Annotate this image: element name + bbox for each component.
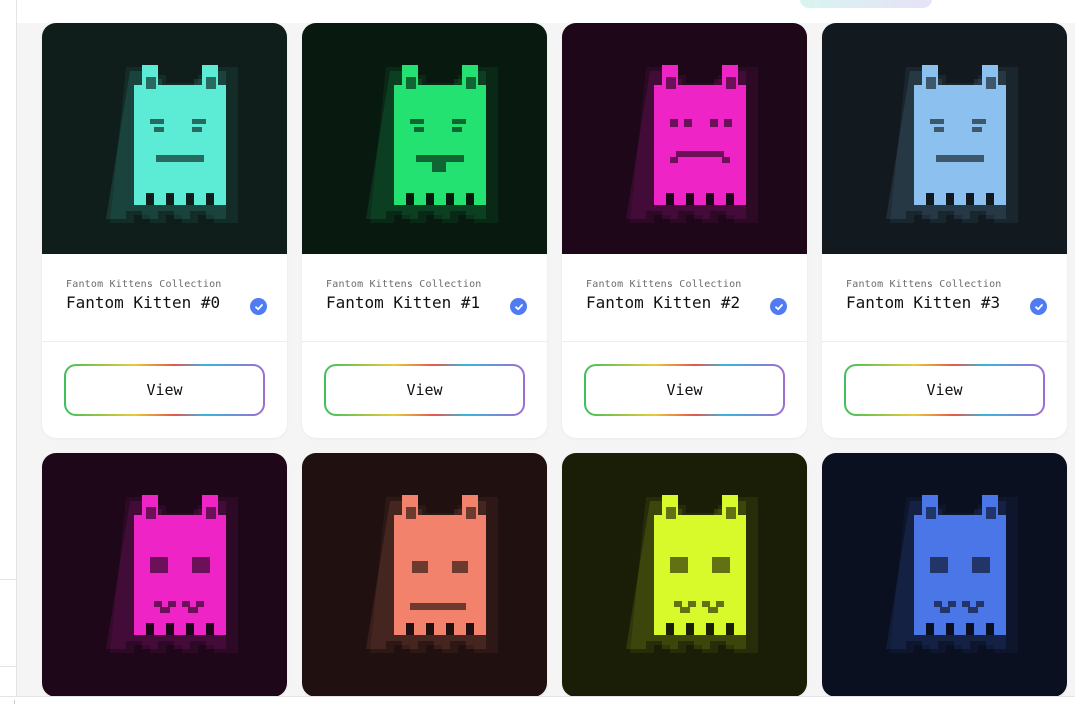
nft-name: Fantom Kitten #0 <box>66 293 221 312</box>
check-badge-icon <box>250 298 267 315</box>
card-meta: Fantom Kittens Collection Fantom Kitten … <box>66 279 267 315</box>
kitten-image[interactable] <box>822 23 1067 254</box>
kitten-image[interactable] <box>822 453 1067 697</box>
view-button-label: View <box>846 366 1043 414</box>
nft-card[interactable]: Fantom Kittens Collection Fantom Kitten … <box>562 23 807 438</box>
nft-card[interactable]: Fantom Kittens Collection Fantom Kitten … <box>302 23 547 438</box>
check-badge-icon <box>1030 298 1047 315</box>
kitten-image[interactable] <box>302 453 547 697</box>
card-divider <box>42 341 287 342</box>
top-bar <box>0 0 1075 23</box>
card-meta: Fantom Kittens Collection Fantom Kitten … <box>846 279 1047 315</box>
top-pill-button[interactable] <box>800 0 932 8</box>
check-badge-icon <box>770 298 787 315</box>
card-divider <box>822 341 1067 342</box>
nft-card[interactable] <box>42 453 287 697</box>
nft-name: Fantom Kitten #3 <box>846 293 1001 312</box>
nft-card[interactable]: Fantom Kittens Collection Fantom Kitten … <box>822 23 1067 438</box>
card-divider <box>562 341 807 342</box>
card-divider <box>302 341 547 342</box>
card-meta: Fantom Kittens Collection Fantom Kitten … <box>326 279 527 315</box>
view-button-label: View <box>326 366 523 414</box>
view-button[interactable]: View <box>64 364 265 416</box>
nft-card[interactable] <box>562 453 807 697</box>
collection-name: Fantom Kittens Collection <box>66 279 222 290</box>
nft-name: Fantom Kitten #2 <box>586 293 741 312</box>
kitten-image[interactable] <box>562 453 807 697</box>
collection-name: Fantom Kittens Collection <box>586 279 742 290</box>
sidebar-divider <box>0 579 16 580</box>
nft-name: Fantom Kitten #1 <box>326 293 481 312</box>
kitten-image[interactable] <box>302 23 547 254</box>
bottom-bar <box>0 696 1075 708</box>
check-badge-icon <box>510 298 527 315</box>
view-button[interactable]: View <box>844 364 1045 416</box>
sidebar <box>0 0 17 697</box>
kitten-image[interactable] <box>42 23 287 254</box>
view-button-label: View <box>586 366 783 414</box>
bottom-tick <box>14 700 15 704</box>
nft-card[interactable]: Fantom Kittens Collection Fantom Kitten … <box>42 23 287 438</box>
card-meta: Fantom Kittens Collection Fantom Kitten … <box>586 279 787 315</box>
view-button[interactable]: View <box>324 364 525 416</box>
collection-name: Fantom Kittens Collection <box>326 279 482 290</box>
sidebar-divider <box>0 666 16 667</box>
nft-card[interactable] <box>302 453 547 697</box>
kitten-image[interactable] <box>42 453 287 697</box>
view-button-label: View <box>66 366 263 414</box>
kitten-image[interactable] <box>562 23 807 254</box>
nft-card[interactable] <box>822 453 1067 697</box>
view-button[interactable]: View <box>584 364 785 416</box>
collection-name: Fantom Kittens Collection <box>846 279 1002 290</box>
